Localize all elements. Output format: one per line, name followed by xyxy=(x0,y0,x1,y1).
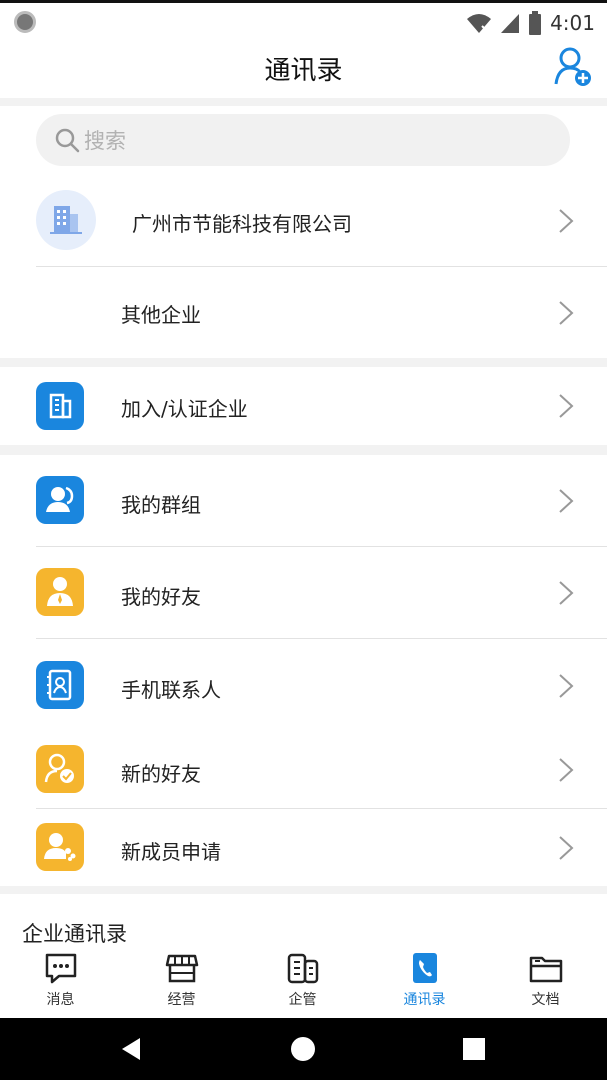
search-placeholder: 搜索 xyxy=(84,129,126,153)
phonebook-icon xyxy=(47,669,72,701)
join-company-icon-box xyxy=(36,382,84,430)
other-companies-label: 其他企业 xyxy=(121,303,201,327)
friend-icon xyxy=(47,577,73,606)
tab-label: 消息 xyxy=(46,992,75,1008)
building-icon xyxy=(50,206,82,234)
icon-box xyxy=(36,568,84,616)
list-item-my-friends[interactable]: 我的好友 xyxy=(0,547,607,638)
company-logo xyxy=(36,190,96,250)
tab-documents[interactable]: 文档 xyxy=(485,944,606,1018)
system-navigation-bar xyxy=(0,1018,607,1080)
contacts-menu-section: 我的群组 我的好友 手机联系人 新的好友 新成员申请 xyxy=(0,455,607,886)
new-friend-icon xyxy=(44,753,74,783)
chevron-right-icon xyxy=(559,301,574,325)
search-icon xyxy=(55,128,80,153)
list-item-join-company[interactable]: 加入/认证企业 xyxy=(0,367,607,445)
icon-box xyxy=(36,476,84,524)
contacts-icon xyxy=(412,953,437,983)
join-company-label: 加入/认证企业 xyxy=(121,397,248,421)
list-item-phone-contacts[interactable]: 手机联系人 xyxy=(0,639,607,731)
battery-icon xyxy=(529,11,542,35)
my-friends-label: 我的好友 xyxy=(121,585,201,609)
tab-contacts[interactable]: 通讯录 xyxy=(364,944,485,1018)
member-applications-label: 新成员申请 xyxy=(121,840,221,864)
tab-business[interactable]: 经营 xyxy=(121,944,242,1018)
back-icon[interactable] xyxy=(118,1036,144,1062)
chevron-right-icon xyxy=(559,489,574,513)
status-icons: 4:01 xyxy=(466,9,595,37)
icon-box xyxy=(36,661,84,709)
folder-icon xyxy=(529,956,562,983)
search-area: 搜索 xyxy=(0,106,607,176)
enterprise-icon xyxy=(287,953,318,984)
list-item-other-companies[interactable]: 其他企业 xyxy=(0,267,607,358)
recents-icon[interactable] xyxy=(462,1037,486,1061)
tab-enterprise[interactable]: 企管 xyxy=(242,944,363,1018)
home-icon[interactable] xyxy=(290,1036,316,1062)
bottom-tab-bar: 消息 经营 企管 通讯录 文档 xyxy=(0,944,607,1018)
chevron-right-icon xyxy=(559,758,574,782)
company-name: 广州市节能科技有限公司 xyxy=(132,212,352,236)
status-time: 4:01 xyxy=(550,11,595,35)
chevron-right-icon xyxy=(559,394,574,418)
add-contact-button[interactable] xyxy=(553,44,593,88)
icon-box xyxy=(36,745,84,793)
person-add-icon xyxy=(554,47,591,86)
list-item-new-friends[interactable]: 新的好友 xyxy=(0,731,607,808)
my-groups-label: 我的群组 xyxy=(121,493,201,517)
page-title: 通讯录 xyxy=(264,56,343,86)
app-header: 通讯录 xyxy=(0,40,607,98)
search-input[interactable]: 搜索 xyxy=(36,114,570,166)
list-item-member-applications[interactable]: 新成员申请 xyxy=(0,809,607,886)
wifi-icon xyxy=(467,14,492,33)
join-company-section: 加入/认证企业 xyxy=(0,367,607,445)
building-icon xyxy=(49,393,72,419)
tab-messages[interactable]: 消息 xyxy=(0,944,121,1018)
chevron-right-icon xyxy=(559,674,574,698)
list-item-my-groups[interactable]: 我的群组 xyxy=(0,455,607,546)
notification-dot-icon xyxy=(14,11,36,33)
list-item-company[interactable]: 广州市节能科技有限公司 xyxy=(0,176,607,266)
company-section: 广州市节能科技有限公司 其他企业 xyxy=(0,176,607,358)
chevron-right-icon xyxy=(559,836,574,860)
member-apply-icon xyxy=(44,833,76,861)
store-icon xyxy=(165,954,198,983)
tab-label: 通讯录 xyxy=(403,992,446,1008)
tab-label: 文档 xyxy=(531,992,560,1008)
tab-label: 经营 xyxy=(167,992,196,1008)
tab-label: 企管 xyxy=(288,992,317,1008)
status-bar: 4:01 xyxy=(0,0,607,40)
phone-contacts-label: 手机联系人 xyxy=(121,678,221,702)
group-icon xyxy=(46,486,74,512)
chat-icon xyxy=(45,953,76,984)
icon-box xyxy=(36,823,84,871)
chevron-right-icon xyxy=(559,209,574,233)
chevron-right-icon xyxy=(559,581,574,605)
signal-icon xyxy=(501,14,520,33)
new-friends-label: 新的好友 xyxy=(121,762,201,786)
